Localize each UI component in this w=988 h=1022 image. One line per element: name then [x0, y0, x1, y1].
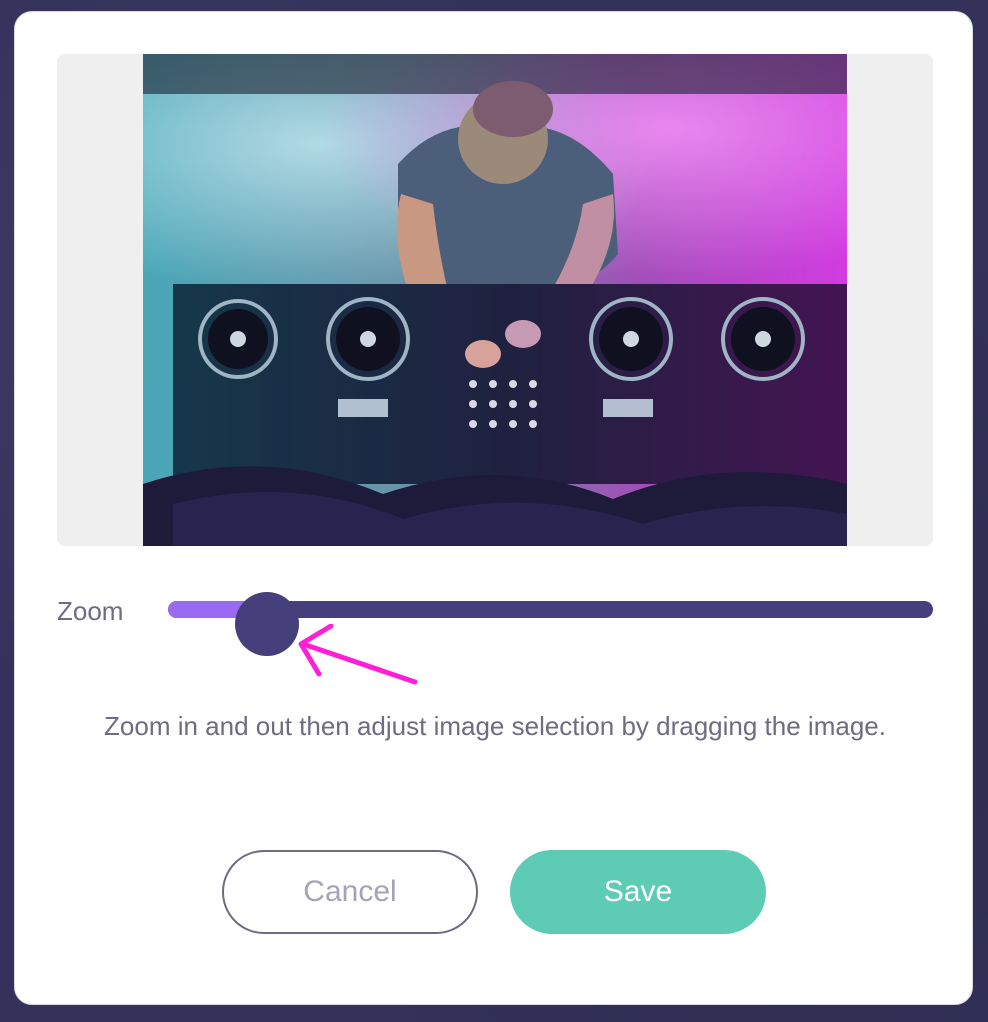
dj-photo[interactable]: [143, 54, 847, 546]
zoom-slider[interactable]: [168, 592, 933, 656]
zoom-control: Zoom: [57, 584, 933, 656]
zoom-label: Zoom: [57, 596, 124, 626]
crop-image-dialog: Zoom Zoom in and out then adjust image s…: [14, 11, 973, 1005]
image-crop-area[interactable]: [57, 54, 933, 546]
cancel-button[interactable]: Cancel: [222, 850, 478, 934]
save-button[interactable]: Save: [510, 850, 766, 934]
help-text: Zoom in and out then adjust image select…: [104, 711, 886, 741]
arrow-pointer-icon: [298, 624, 418, 685]
zoom-slider-thumb[interactable]: [235, 592, 299, 656]
